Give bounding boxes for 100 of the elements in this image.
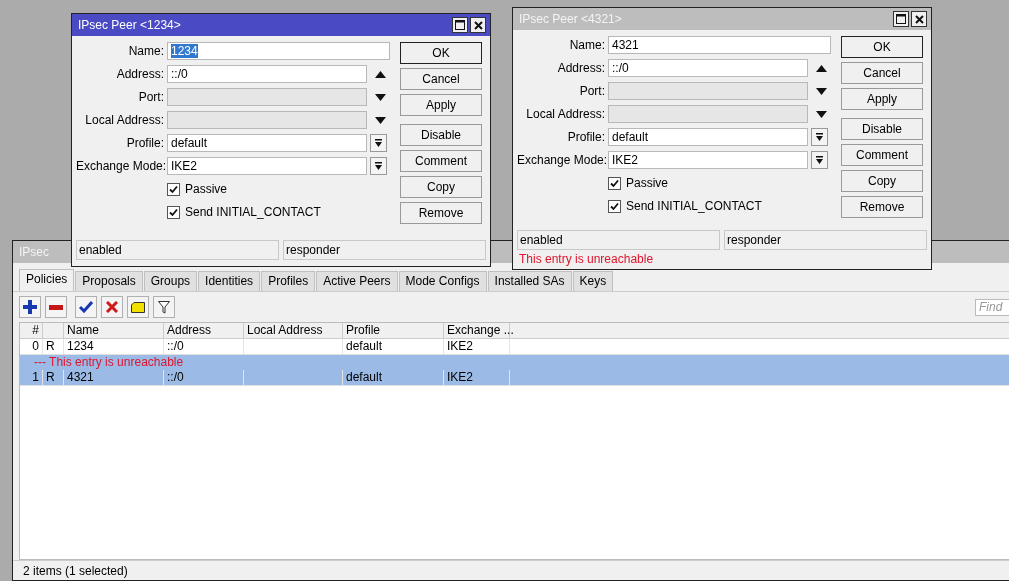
comment-button[interactable] bbox=[127, 296, 149, 318]
tab[interactable]: Policies bbox=[19, 269, 75, 291]
table-row[interactable]: 1 R 4321 ::/0 default IKE2 bbox=[20, 370, 1009, 386]
down-arrow-icon[interactable] bbox=[374, 116, 386, 124]
field-label: Exchange Mode: bbox=[76, 159, 164, 173]
field-label: Local Address: bbox=[525, 107, 605, 121]
plus-icon bbox=[23, 300, 37, 314]
dialog-button[interactable]: OK bbox=[400, 42, 482, 64]
checkbox-label: Send INITIAL_CONTACT bbox=[626, 199, 762, 213]
dropdown-icon bbox=[816, 156, 823, 164]
disable-button[interactable] bbox=[101, 296, 123, 318]
dropdown-button[interactable] bbox=[811, 128, 828, 146]
field-label: Name: bbox=[127, 44, 164, 58]
input-field[interactable]: default bbox=[167, 134, 367, 152]
dialog-button[interactable]: Apply bbox=[841, 88, 923, 110]
input-field[interactable]: IKE2 bbox=[608, 151, 808, 169]
input-field[interactable]: 1234 bbox=[167, 42, 390, 60]
dialog-button[interactable]: Disable bbox=[841, 118, 923, 140]
dropdown-button[interactable] bbox=[370, 157, 387, 175]
input-field[interactable]: IKE2 bbox=[167, 157, 367, 175]
maximize-button[interactable] bbox=[452, 17, 468, 33]
field-label: Local Address: bbox=[84, 113, 164, 127]
table-row[interactable]: 0 R 1234 ::/0 default IKE2 bbox=[20, 339, 1009, 355]
field-label: Port: bbox=[578, 84, 605, 98]
input-field[interactable]: default bbox=[608, 128, 808, 146]
maximize-button[interactable] bbox=[893, 11, 909, 27]
dialog-button[interactable]: Copy bbox=[400, 176, 482, 198]
filter-button[interactable] bbox=[153, 296, 175, 318]
check-icon bbox=[79, 301, 93, 313]
table-cell: 4321 bbox=[64, 370, 164, 385]
dialog-button[interactable]: Remove bbox=[841, 196, 923, 218]
down-arrow-icon[interactable] bbox=[815, 110, 827, 118]
checkbox-label: Send INITIAL_CONTACT bbox=[185, 205, 321, 219]
column-header[interactable]: Address bbox=[164, 323, 244, 338]
input-field[interactable]: ::/0 bbox=[167, 65, 367, 83]
up-arrow-icon[interactable] bbox=[374, 70, 386, 78]
table-cell: ::/0 bbox=[164, 370, 244, 385]
close-button[interactable] bbox=[911, 11, 927, 27]
dropdown-button[interactable] bbox=[811, 151, 828, 169]
add-button[interactable] bbox=[19, 296, 41, 318]
field-label: Port: bbox=[137, 90, 164, 104]
search-field[interactable]: Find bbox=[975, 298, 1009, 316]
maximize-icon bbox=[455, 20, 465, 30]
dropdown-icon bbox=[375, 139, 382, 147]
down-arrow-icon[interactable] bbox=[815, 87, 827, 95]
dialog-button[interactable]: Disable bbox=[400, 124, 482, 146]
dialog-button[interactable]: Copy bbox=[841, 170, 923, 192]
column-header[interactable]: # bbox=[20, 323, 43, 338]
checkbox-label: Passive bbox=[626, 176, 669, 190]
dialog-button[interactable]: OK bbox=[841, 36, 923, 58]
down-arrow-icon[interactable] bbox=[374, 93, 386, 101]
dialog-button[interactable]: Apply bbox=[400, 94, 482, 116]
checkbox[interactable] bbox=[167, 205, 180, 219]
checkbox[interactable] bbox=[608, 199, 621, 213]
close-icon bbox=[914, 14, 924, 24]
dialog-button[interactable]: Remove bbox=[400, 202, 482, 224]
table-cell: ::/0 bbox=[164, 339, 244, 354]
dialog-button[interactable]: Cancel bbox=[400, 68, 482, 90]
table-cell: default bbox=[343, 370, 444, 385]
dialog-button[interactable]: Cancel bbox=[841, 62, 923, 84]
remove-button[interactable] bbox=[45, 296, 67, 318]
tab[interactable]: Active Peers bbox=[316, 271, 398, 291]
column-header[interactable]: Name bbox=[64, 323, 164, 338]
status-cell: enabled bbox=[517, 230, 720, 250]
column-header[interactable]: Profile bbox=[343, 323, 444, 338]
filter-icon bbox=[158, 300, 170, 314]
table-cell: 0 bbox=[20, 339, 43, 354]
table-cell: default bbox=[343, 339, 444, 354]
dialog-button[interactable]: Comment bbox=[841, 144, 923, 166]
dropdown-button[interactable] bbox=[370, 134, 387, 152]
table-cell: R bbox=[43, 370, 64, 385]
input-field[interactable]: ::/0 bbox=[608, 59, 808, 77]
tab[interactable]: Installed SAs bbox=[487, 271, 572, 291]
close-button[interactable] bbox=[470, 17, 486, 33]
enable-button[interactable] bbox=[75, 296, 97, 318]
up-arrow-icon[interactable] bbox=[815, 64, 827, 72]
checkbox-label: Passive bbox=[185, 182, 228, 196]
checkbox[interactable] bbox=[608, 176, 621, 190]
dialog-button[interactable]: Comment bbox=[400, 150, 482, 172]
field-label: Address: bbox=[115, 67, 164, 81]
dropdown-icon bbox=[816, 133, 823, 141]
table-cell: R bbox=[43, 339, 64, 354]
checkbox[interactable] bbox=[167, 182, 180, 196]
input-field[interactable]: 4321 bbox=[608, 36, 831, 54]
tab[interactable]: Groups bbox=[143, 271, 198, 291]
row-comment: --- This entry is unreachable bbox=[20, 355, 1009, 370]
column-header[interactable]: Local Address bbox=[244, 323, 343, 338]
field-label: Profile: bbox=[125, 136, 164, 150]
cross-icon bbox=[106, 301, 118, 313]
error-message: This entry is unreachable bbox=[518, 251, 655, 268]
tab[interactable]: Identities bbox=[198, 271, 261, 291]
tab[interactable]: Mode Configs bbox=[398, 271, 487, 291]
note-icon bbox=[131, 301, 145, 313]
close-icon bbox=[473, 20, 483, 30]
tab[interactable]: Proposals bbox=[75, 271, 143, 291]
minus-icon bbox=[49, 304, 63, 310]
table-cell: IKE2 bbox=[444, 370, 510, 385]
dropdown-icon bbox=[375, 162, 382, 170]
tab[interactable]: Profiles bbox=[261, 271, 316, 291]
tab[interactable]: Keys bbox=[572, 271, 614, 291]
